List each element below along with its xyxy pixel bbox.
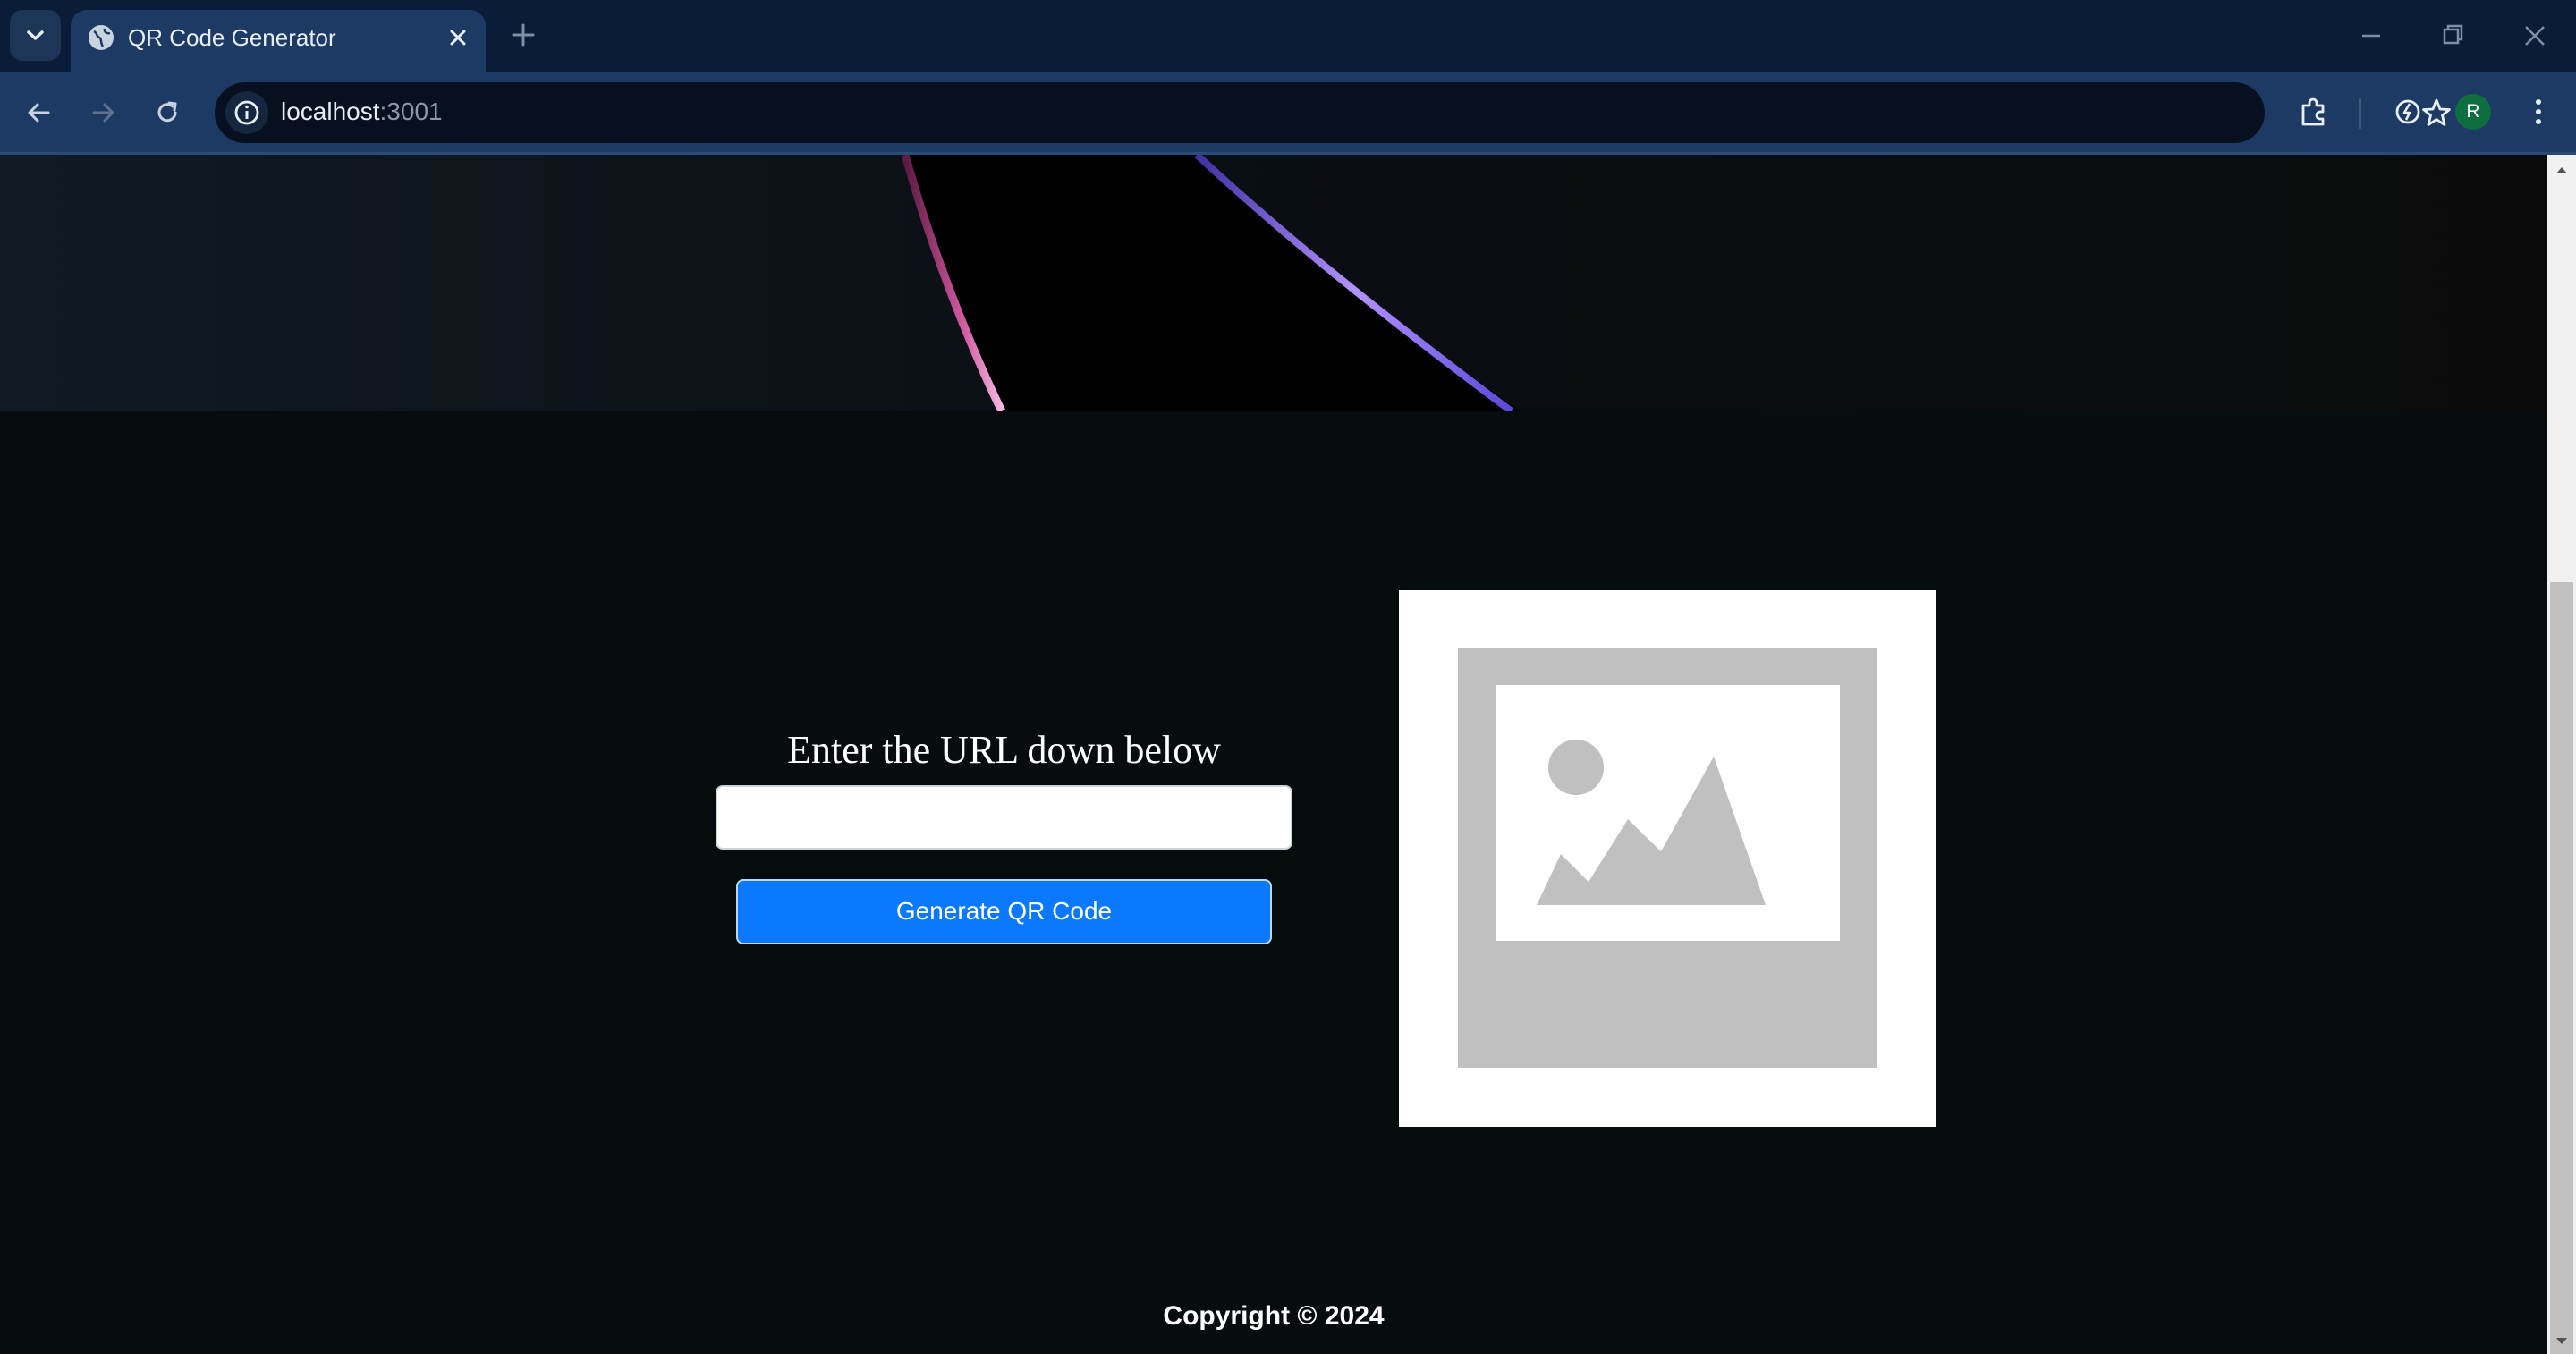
- scroll-up-icon[interactable]: [2553, 162, 2571, 180]
- reload-icon[interactable]: [148, 93, 187, 132]
- active-tab[interactable]: QR Code Generator: [71, 10, 486, 72]
- info-icon: [234, 100, 259, 125]
- window-close-icon[interactable]: [2515, 16, 2555, 55]
- profile-avatar[interactable]: R: [2455, 94, 2491, 130]
- toolbar-separator: [2359, 98, 2361, 129]
- globe-icon: [89, 25, 114, 50]
- page-viewport: Enter the URL down below Generate QR Cod…: [0, 155, 2547, 1354]
- footer-copyright: Copyright © 2024: [1163, 1301, 1385, 1331]
- url-text: localhost:3001: [281, 97, 443, 126]
- minimize-icon[interactable]: [2351, 16, 2391, 55]
- url-host: localhost: [281, 97, 380, 125]
- image-placeholder-icon: [1458, 648, 1877, 1068]
- close-icon[interactable]: [443, 22, 473, 53]
- hero-banner-image: [0, 155, 2547, 411]
- address-bar[interactable]: localhost:3001: [215, 82, 2451, 143]
- generate-qr-button[interactable]: Generate QR Code: [736, 879, 1272, 944]
- extensions-icon[interactable]: [2293, 91, 2334, 132]
- url-port: :3001: [379, 97, 443, 125]
- menu-dots-icon[interactable]: [2518, 91, 2559, 132]
- restore-icon[interactable]: [2433, 16, 2472, 55]
- tab-title: QR Code Generator: [128, 24, 336, 51]
- site-info-button[interactable]: [225, 91, 268, 134]
- browser-tabstrip: QR Code Generator: [0, 0, 2576, 72]
- back-arrow-icon[interactable]: [20, 93, 59, 132]
- plus-icon[interactable]: [506, 18, 540, 52]
- scrollbar-thumb[interactable]: [2550, 582, 2573, 1354]
- browser-toolbar: localhost:3001 R: [0, 72, 2576, 154]
- chevron-down-icon: [27, 30, 44, 40]
- qr-code-image: [1399, 590, 1936, 1127]
- tab-search-button[interactable]: [10, 10, 61, 61]
- scroll-down-icon[interactable]: [2553, 1332, 2571, 1350]
- page-scrollbar[interactable]: [2547, 155, 2576, 1354]
- url-prompt-heading: Enter the URL down below: [787, 728, 1221, 772]
- url-input[interactable]: [716, 785, 1292, 850]
- performance-icon[interactable]: [2387, 91, 2428, 132]
- forward-arrow-icon[interactable]: [83, 93, 123, 132]
